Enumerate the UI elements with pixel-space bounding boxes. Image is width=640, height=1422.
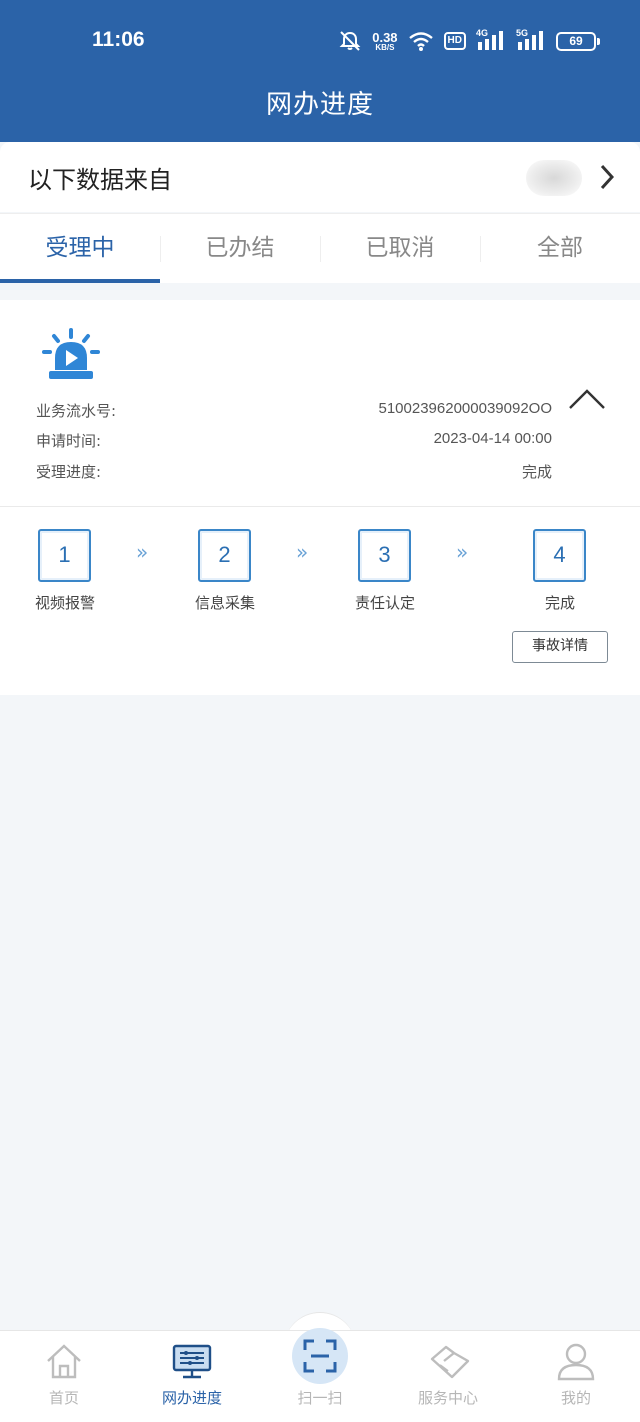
nav-service-label: 服务中心: [417, 1389, 478, 1407]
divider: [0, 506, 640, 507]
step-arrow-icon: »: [136, 540, 149, 564]
page-title: 网办进度: [265, 90, 374, 120]
nav-home[interactable]: 首页: [0, 1331, 128, 1422]
net-speed-unit: KB/S: [375, 42, 395, 52]
hd-badge: HD: [443, 32, 466, 50]
nav-mine[interactable]: 我的: [512, 1331, 640, 1422]
nav-service-center[interactable]: 服务中心: [384, 1331, 512, 1422]
step-1-box: 1: [38, 529, 91, 582]
progress-value: 完成: [521, 464, 552, 481]
apply-time-label: 申请时间:: [36, 432, 102, 450]
battery-icon: 69: [556, 31, 600, 51]
accident-detail-button[interactable]: 事故详情: [512, 631, 608, 663]
alarm-siren-icon: [40, 328, 102, 388]
status-bar: 11:06 0.38 KB/S HD 4G 5G 69: [0, 22, 640, 62]
status-tabs: 受理中 已办结 已取消 全部: [0, 213, 640, 283]
signal-5g-icon: 5G: [516, 28, 546, 52]
step-3-box: 3: [358, 529, 411, 582]
net-speed-value: 0.38: [372, 29, 398, 45]
tab-processing[interactable]: 受理中: [0, 214, 160, 283]
user-icon: [556, 1341, 596, 1385]
monitor-icon: [172, 1341, 212, 1385]
serial-number-value: 510023962000039092OO: [378, 400, 553, 417]
data-source-row[interactable]: 以下数据来自: [0, 142, 640, 212]
net-speed: 0.38 KB/S: [372, 31, 397, 52]
chevron-right-icon: [600, 164, 615, 194]
step-arrow-icon: »: [456, 540, 469, 564]
progress-row: 受理进度: 完成: [36, 461, 552, 487]
progress-label: 受理进度:: [36, 463, 102, 481]
step-1-label: 视频报警: [34, 594, 95, 612]
step-4-box: 4: [533, 529, 586, 582]
tab-cancelled[interactable]: 已取消: [320, 214, 480, 283]
chevron-up-icon[interactable]: [568, 388, 606, 414]
nav-scan-label: 扫一扫: [297, 1389, 343, 1407]
step-arrow-icon: »: [296, 540, 309, 564]
blurred-source-name: [526, 160, 582, 196]
scan-button[interactable]: [292, 1328, 348, 1384]
wifi-icon: [408, 30, 434, 52]
apply-time-value: 2023-04-14 00:00: [433, 430, 552, 447]
app-header: 11:06 0.38 KB/S HD 4G 5G 69 网办进度: [0, 0, 640, 142]
scan-icon: [303, 1339, 337, 1377]
nav-progress-label: 网办进度: [161, 1389, 222, 1407]
apply-time-row: 申请时间: 2023-04-14 00:00: [36, 430, 552, 456]
serial-number-label: 业务流水号:: [36, 402, 117, 420]
record-card: 业务流水号: 510023962000039092OO 申请时间: 2023-0…: [0, 300, 640, 695]
home-icon: [44, 1341, 84, 1385]
nav-home-label: 首页: [48, 1389, 79, 1407]
step-3-label: 责任认定: [354, 594, 415, 612]
nav-mine-label: 我的: [560, 1389, 591, 1407]
status-icons: 0.38 KB/S HD 4G 5G 69: [338, 28, 600, 54]
step-2-box: 2: [198, 529, 251, 582]
handshake-icon: [428, 1341, 472, 1385]
data-source-label: 以下数据来自: [28, 165, 172, 194]
step-4-label: 完成: [544, 594, 575, 612]
step-2-label: 信息采集: [194, 594, 255, 612]
tab-all[interactable]: 全部: [480, 214, 640, 283]
status-time: 11:06: [92, 28, 145, 51]
nav-progress[interactable]: 网办进度: [128, 1331, 256, 1422]
serial-number-row: 业务流水号: 510023962000039092OO: [36, 400, 552, 426]
tab-completed[interactable]: 已办结: [160, 214, 320, 283]
signal-4g-icon: 4G: [476, 28, 506, 52]
mute-bell-icon: [338, 30, 362, 52]
